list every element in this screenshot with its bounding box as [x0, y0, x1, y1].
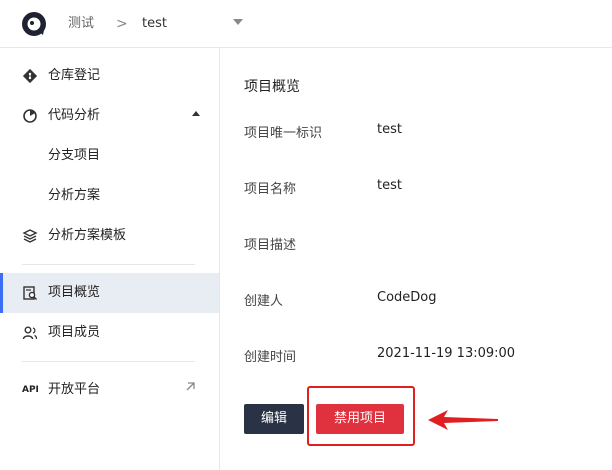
- layers-icon: [22, 229, 38, 243]
- sidebar-item-plan-templates[interactable]: 分析方案模板: [0, 216, 219, 256]
- breadcrumb-project[interactable]: test: [142, 15, 167, 33]
- disable-project-button[interactable]: 禁用项目: [316, 404, 404, 434]
- sidebar-item-label: 分支项目: [48, 148, 101, 163]
- annotation-arrow-icon: [428, 410, 498, 430]
- field-value-project-name: test: [377, 178, 402, 193]
- sidebar: 仓库登记 代码分析 分支项目 分析方案 分析方案模板 项目概览 项目成员 API…: [0, 48, 220, 470]
- sidebar-item-repo-register[interactable]: 仓库登记: [0, 56, 219, 96]
- field-label-project-id: 项目唯一标识: [244, 126, 323, 141]
- sidebar-item-branch-projects[interactable]: 分支项目: [0, 136, 219, 176]
- field-value-project-id: test: [377, 122, 402, 137]
- main-content: 项目概览 项目唯一标识 test 项目名称 test 项目描述 创建人 Code…: [221, 48, 612, 470]
- external-link-icon: [186, 382, 195, 391]
- analysis-icon: [23, 109, 37, 123]
- sidebar-item-label: 项目成员: [48, 325, 101, 340]
- page-title: 项目概览: [244, 79, 300, 95]
- sidebar-item-label: 分析方案: [48, 188, 101, 203]
- breadcrumb-group[interactable]: 测试: [68, 15, 94, 33]
- top-bar: 测试 > test: [0, 0, 612, 48]
- breadcrumb-separator: >: [116, 16, 128, 32]
- field-label-creator: 创建人: [244, 294, 284, 309]
- sidebar-divider: [22, 264, 195, 265]
- sidebar-item-analysis-plans[interactable]: 分析方案: [0, 176, 219, 216]
- sidebar-item-label: 仓库登记: [48, 68, 101, 83]
- sidebar-item-project-overview[interactable]: 项目概览: [0, 273, 219, 313]
- field-value-creator: CodeDog: [377, 290, 437, 305]
- sidebar-item-code-analysis[interactable]: 代码分析: [0, 96, 219, 136]
- field-label-created-time: 创建时间: [244, 350, 297, 365]
- edit-button[interactable]: 编辑: [244, 404, 304, 434]
- field-label-project-name: 项目名称: [244, 182, 297, 197]
- api-icon: API: [22, 385, 39, 395]
- field-value-created-time: 2021-11-19 13:09:00: [377, 346, 516, 361]
- sidebar-item-label: 开放平台: [48, 382, 101, 397]
- chevron-up-icon[interactable]: [192, 111, 200, 116]
- members-icon: [22, 326, 38, 340]
- field-label-project-desc: 项目描述: [244, 238, 297, 253]
- sidebar-item-label: 项目概览: [48, 285, 101, 300]
- sidebar-item-label: 分析方案模板: [48, 228, 127, 243]
- logo-icon[interactable]: [21, 11, 47, 37]
- project-dropdown-caret-icon[interactable]: [233, 19, 243, 25]
- git-icon: [22, 68, 38, 84]
- overview-icon: [23, 286, 37, 300]
- sidebar-item-open-platform[interactable]: API 开放平台: [0, 370, 219, 410]
- sidebar-item-label: 代码分析: [48, 108, 101, 123]
- sidebar-item-project-members[interactable]: 项目成员: [0, 313, 219, 353]
- sidebar-divider: [22, 361, 195, 362]
